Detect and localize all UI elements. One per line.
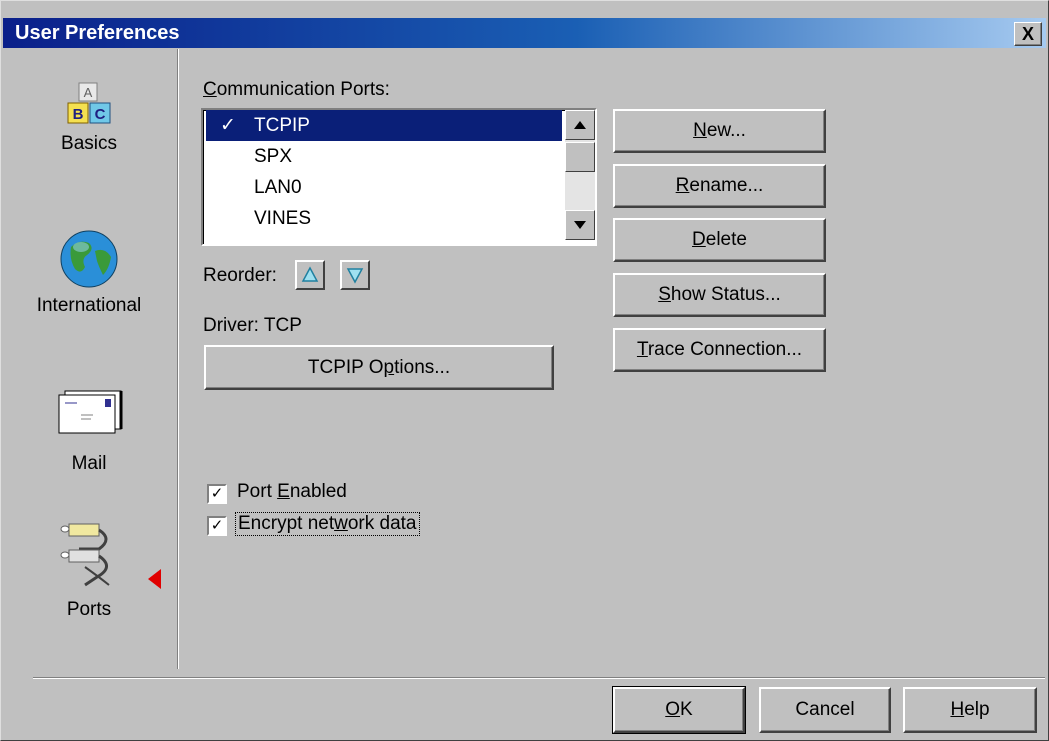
communication-ports-list[interactable]: ✓ TCPIP SPX LAN0 VINES <box>201 108 597 246</box>
arrow-down-icon <box>574 221 586 229</box>
title-bar[interactable]: User Preferences X <box>3 18 1046 48</box>
scroll-up-button[interactable] <box>565 110 595 140</box>
sidebar-item-international[interactable]: International <box>1 229 177 317</box>
envelopes-icon <box>58 390 123 434</box>
ports-icon <box>60 523 110 587</box>
abc-blocks-icon: A B C <box>67 82 111 124</box>
sidebar-item-basics[interactable]: A B C Basics <box>1 79 177 155</box>
footer-divider <box>33 677 1045 679</box>
encrypt-network-data-label: Encrypt network data <box>235 512 420 536</box>
encrypt-network-data-checkbox[interactable]: ✓ <box>207 516 227 536</box>
list-item[interactable]: LAN0 <box>206 172 562 203</box>
tcpip-options-button[interactable]: TCPIP Options... <box>204 345 554 390</box>
scroll-thumb[interactable] <box>565 142 595 172</box>
ok-button[interactable]: OK <box>612 686 746 734</box>
svg-text:C: C <box>95 106 106 123</box>
list-item[interactable]: VINES <box>206 203 562 234</box>
triangle-down-icon <box>346 268 364 284</box>
triangle-up-icon <box>301 266 319 282</box>
scroll-down-button[interactable] <box>565 210 595 240</box>
port-enabled-checkbox[interactable]: ✓ <box>207 484 227 504</box>
cancel-button[interactable]: Cancel <box>759 687 891 733</box>
sidebar-item-label: International <box>36 295 142 316</box>
svg-text:A: A <box>84 85 93 100</box>
list-item[interactable]: ✓ TCPIP <box>206 110 562 141</box>
selected-pointer-icon <box>148 569 161 589</box>
user-preferences-dialog: User Preferences X A B C Basics Internat… <box>0 0 1049 741</box>
communication-ports-label: Communication Ports: <box>203 79 390 100</box>
close-button[interactable]: X <box>1014 22 1042 46</box>
move-down-button[interactable] <box>340 260 370 290</box>
trace-connection-button[interactable]: Trace Connection... <box>613 328 826 372</box>
rename-button[interactable]: Rename... <box>613 164 826 208</box>
new-button[interactable]: New... <box>613 109 826 153</box>
category-sidebar: A B C Basics International Mail Ports <box>1 49 177 669</box>
sidebar-divider <box>177 49 179 669</box>
globe-icon <box>60 230 118 288</box>
reorder-label: Reorder: <box>203 265 277 286</box>
window-title: User Preferences <box>15 22 180 44</box>
delete-button[interactable]: Delete <box>613 218 826 262</box>
check-icon: ✓ <box>220 115 236 136</box>
sidebar-item-label: Ports <box>66 599 112 620</box>
sidebar-item-label: Basics <box>61 133 117 154</box>
sidebar-item-mail[interactable]: Mail <box>1 389 177 475</box>
vertical-scrollbar[interactable] <box>565 110 595 240</box>
show-status-button[interactable]: Show Status... <box>613 273 826 317</box>
move-up-button[interactable] <box>295 260 325 290</box>
svg-text:B: B <box>73 106 84 123</box>
driver-label: Driver: TCP <box>203 315 302 336</box>
help-button[interactable]: Help <box>903 687 1037 733</box>
arrow-up-icon <box>574 121 586 129</box>
list-item[interactable]: SPX <box>206 141 562 172</box>
port-enabled-label: Port Enabled <box>237 481 347 502</box>
sidebar-item-label: Mail <box>71 453 107 474</box>
